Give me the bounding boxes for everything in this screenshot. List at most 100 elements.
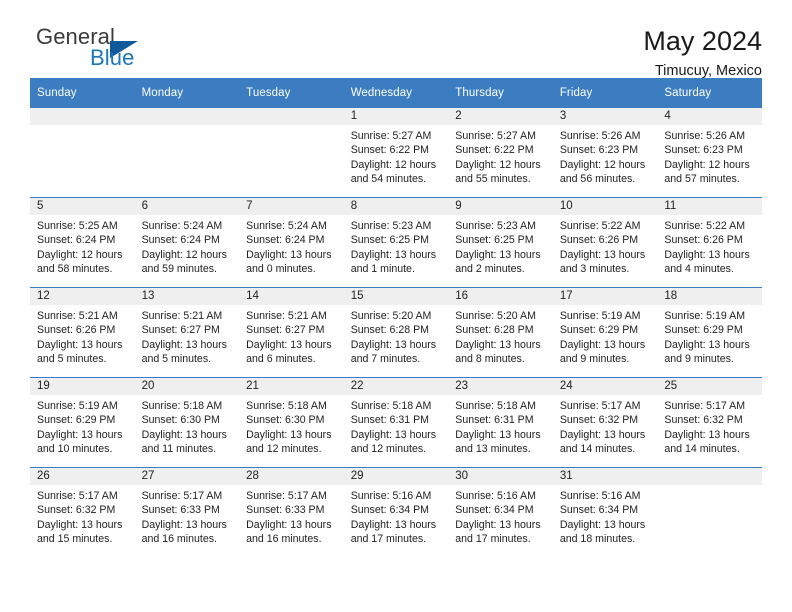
- day-details: Sunrise: 5:27 AM Sunset: 6:22 PM Daylight:…: [344, 125, 449, 186]
- calendar-day-cell[interactable]: 17 Sunrise: 5:19 AM Sunset: 6:29 PM Dayligh…: [552, 287, 658, 378]
- day-details: Sunrise: 5:20 AM Sunset: 6:28 PM Daylight:…: [344, 305, 449, 366]
- day-number: 13: [134, 288, 240, 305]
- calendar-page: General Blue May 2024 Timucuy, Mexico Su…: [0, 0, 792, 612]
- calendar-day-cell-empty: [239, 107, 344, 198]
- calendar-day-cell[interactable]: 30 Sunrise: 5:16 AM Sunset: 6:34 PM Dayligh…: [448, 467, 553, 557]
- page-title: May 2024: [643, 26, 762, 56]
- weekday-header-tuesday: Tuesday: [239, 78, 344, 108]
- day-number: 12: [30, 288, 135, 305]
- calendar-day-cell[interactable]: 6 Sunrise: 5:24 AM Sunset: 6:24 PM Daylight…: [134, 197, 240, 288]
- calendar-day-cell[interactable]: 1 Sunrise: 5:27 AM Sunset: 6:22 PM Daylight…: [343, 107, 449, 198]
- brand-logo[interactable]: General Blue: [30, 26, 160, 74]
- day-details: Sunrise: 5:26 AM Sunset: 6:23 PM Daylight:…: [553, 125, 658, 186]
- sunrise-text: Sunrise: 5:23 AM: [455, 220, 536, 232]
- day-details: Sunrise: 5:18 AM Sunset: 6:31 PM Daylight:…: [448, 395, 553, 456]
- day-details: Sunrise: 5:16 AM Sunset: 6:34 PM Daylight:…: [344, 485, 449, 546]
- sunrise-text: Sunrise: 5:17 AM: [246, 490, 327, 502]
- calendar-day-cell[interactable]: 3 Sunrise: 5:26 AM Sunset: 6:23 PM Daylight…: [552, 107, 658, 198]
- daylight-text-line2: and 17 minutes.: [350, 532, 427, 545]
- day-number: 15: [343, 288, 449, 305]
- day-number: 2: [448, 108, 553, 125]
- calendar-day-cell[interactable]: 8 Sunrise: 5:23 AM Sunset: 6:25 PM Daylight…: [343, 197, 449, 288]
- calendar-day-cell[interactable]: 13 Sunrise: 5:21 AM Sunset: 6:27 PM Dayligh…: [134, 287, 240, 378]
- daylight-text-line2: and 17 minutes.: [455, 532, 531, 545]
- calendar-day-cell[interactable]: 21 Sunrise: 5:18 AM Sunset: 6:30 PM Dayligh…: [239, 377, 344, 468]
- daylight-text-line1: Daylight: 13 hours: [350, 428, 437, 441]
- day-details: Sunrise: 5:25 AM Sunset: 6:24 PM Daylight:…: [30, 215, 135, 276]
- calendar-day-cell[interactable]: 24 Sunrise: 5:17 AM Sunset: 6:32 PM Dayligh…: [552, 377, 658, 468]
- sunrise-text: Sunrise: 5:27 AM: [455, 130, 536, 142]
- calendar-day-cell[interactable]: 4 Sunrise: 5:26 AM Sunset: 6:23 PM Daylight…: [657, 107, 762, 198]
- day-details: Sunrise: 5:26 AM Sunset: 6:23 PM Daylight:…: [657, 125, 762, 186]
- sunset-text: Sunset: 6:24 PM: [141, 234, 220, 247]
- sunrise-text: Sunrise: 5:23 AM: [350, 220, 432, 232]
- sunset-text: Sunset: 6:32 PM: [37, 504, 116, 517]
- calendar-day-cell[interactable]: 14 Sunrise: 5:21 AM Sunset: 6:27 PM Dayligh…: [239, 287, 344, 378]
- daylight-text-line2: and 10 minutes.: [37, 442, 113, 455]
- sunset-text: Sunset: 6:22 PM: [455, 144, 534, 157]
- sunset-text: Sunset: 6:26 PM: [664, 234, 743, 247]
- calendar-header-row: Sunday Monday Tuesday Wednesday Thursday…: [30, 78, 762, 108]
- calendar-day-cell[interactable]: 18 Sunrise: 5:19 AM Sunset: 6:29 PM Dayligh…: [657, 287, 762, 378]
- daylight-text-line2: and 0 minutes.: [246, 262, 316, 275]
- calendar-day-cell[interactable]: 5 Sunrise: 5:25 AM Sunset: 6:24 PM Daylight…: [30, 197, 135, 288]
- sunset-text: Sunset: 6:34 PM: [559, 504, 639, 517]
- calendar-day-cell[interactable]: 9 Sunrise: 5:23 AM Sunset: 6:25 PM Daylight…: [448, 197, 553, 288]
- daylight-text-line2: and 9 minutes.: [559, 352, 630, 365]
- daylight-text-line1: Daylight: 13 hours: [559, 518, 646, 531]
- calendar-day-cell[interactable]: 28 Sunrise: 5:17 AM Sunset: 6:33 PM Dayligh…: [239, 467, 344, 557]
- calendar-day-cell[interactable]: 2 Sunrise: 5:27 AM Sunset: 6:22 PM Daylight…: [448, 107, 553, 198]
- daylight-text-line2: and 14 minutes.: [664, 442, 740, 455]
- daylight-text-line2: and 59 minutes.: [141, 262, 217, 275]
- day-details: Sunrise: 5:22 AM Sunset: 6:26 PM Daylight:…: [657, 215, 762, 276]
- calendar-day-cell[interactable]: 29 Sunrise: 5:16 AM Sunset: 6:34 PM Dayligh…: [343, 467, 449, 557]
- calendar-day-cell[interactable]: 31 Sunrise: 5:16 AM Sunset: 6:34 PM Dayligh…: [552, 467, 658, 557]
- daylight-text-line1: Daylight: 13 hours: [559, 338, 646, 351]
- day-number: 24: [552, 378, 658, 395]
- sunset-text: Sunset: 6:22 PM: [350, 144, 430, 157]
- page-header: General Blue May 2024 Timucuy, Mexico: [30, 0, 762, 80]
- sunset-text: Sunset: 6:25 PM: [350, 234, 430, 247]
- daylight-text-line2: and 9 minutes.: [664, 352, 734, 365]
- daylight-text-line1: Daylight: 13 hours: [455, 518, 541, 531]
- weekday-header-sunday: Sunday: [30, 78, 135, 108]
- daylight-text-line1: Daylight: 13 hours: [455, 428, 541, 441]
- calendar-day-cell[interactable]: 22 Sunrise: 5:18 AM Sunset: 6:31 PM Dayligh…: [343, 377, 449, 468]
- calendar-day-cell[interactable]: 7 Sunrise: 5:24 AM Sunset: 6:24 PM Daylight…: [239, 197, 344, 288]
- page-subtitle-location: Timucuy, Mexico: [654, 63, 762, 80]
- day-number: 25: [657, 378, 762, 395]
- sunrise-text: Sunrise: 5:17 AM: [559, 400, 641, 412]
- sunrise-text: Sunrise: 5:27 AM: [350, 130, 432, 142]
- day-details: Sunrise: 5:21 AM Sunset: 6:27 PM Daylight:…: [135, 305, 240, 366]
- daylight-text-line1: Daylight: 13 hours: [664, 338, 750, 351]
- daylight-text-line1: Daylight: 13 hours: [246, 428, 332, 441]
- day-number: 31: [552, 468, 658, 485]
- calendar-day-cell[interactable]: 11 Sunrise: 5:22 AM Sunset: 6:26 PM Dayligh…: [657, 197, 762, 288]
- day-number: 19: [30, 378, 135, 395]
- calendar-day-cell[interactable]: 20 Sunrise: 5:18 AM Sunset: 6:30 PM Dayligh…: [134, 377, 240, 468]
- calendar-day-cell[interactable]: 25 Sunrise: 5:17 AM Sunset: 6:32 PM Dayligh…: [657, 377, 762, 468]
- calendar-day-cell[interactable]: 26 Sunrise: 5:17 AM Sunset: 6:32 PM Dayligh…: [30, 467, 135, 557]
- daylight-text-line2: and 8 minutes.: [455, 352, 525, 365]
- day-number: 7: [239, 198, 344, 215]
- day-details: Sunrise: 5:23 AM Sunset: 6:25 PM Daylight:…: [344, 215, 449, 276]
- sunrise-text: Sunrise: 5:25 AM: [37, 220, 118, 232]
- day-details: Sunrise: 5:19 AM Sunset: 6:29 PM Daylight:…: [657, 305, 762, 366]
- day-number: [30, 108, 135, 125]
- calendar-day-cell[interactable]: 16 Sunrise: 5:20 AM Sunset: 6:28 PM Dayligh…: [448, 287, 553, 378]
- weekday-header-saturday: Saturday: [657, 78, 762, 108]
- sunset-text: Sunset: 6:32 PM: [664, 414, 743, 427]
- calendar-day-cell[interactable]: 19 Sunrise: 5:19 AM Sunset: 6:29 PM Dayligh…: [30, 377, 135, 468]
- calendar-day-cell[interactable]: 27 Sunrise: 5:17 AM Sunset: 6:33 PM Dayligh…: [134, 467, 240, 557]
- day-number: 10: [552, 198, 658, 215]
- calendar-day-cell[interactable]: 10 Sunrise: 5:22 AM Sunset: 6:26 PM Dayligh…: [552, 197, 658, 288]
- day-number: 18: [657, 288, 762, 305]
- calendar-day-cell[interactable]: 15 Sunrise: 5:20 AM Sunset: 6:28 PM Dayligh…: [343, 287, 449, 378]
- sunset-text: Sunset: 6:26 PM: [559, 234, 639, 247]
- day-details: Sunrise: 5:19 AM Sunset: 6:29 PM Daylight:…: [30, 395, 135, 456]
- calendar-day-cell[interactable]: 23 Sunrise: 5:18 AM Sunset: 6:31 PM Dayligh…: [448, 377, 553, 468]
- calendar-day-cell[interactable]: 12 Sunrise: 5:21 AM Sunset: 6:26 PM Dayligh…: [30, 287, 135, 378]
- day-number: 30: [448, 468, 553, 485]
- daylight-text-line2: and 18 minutes.: [559, 532, 636, 545]
- day-details: Sunrise: 5:17 AM Sunset: 6:32 PM Daylight:…: [657, 395, 762, 456]
